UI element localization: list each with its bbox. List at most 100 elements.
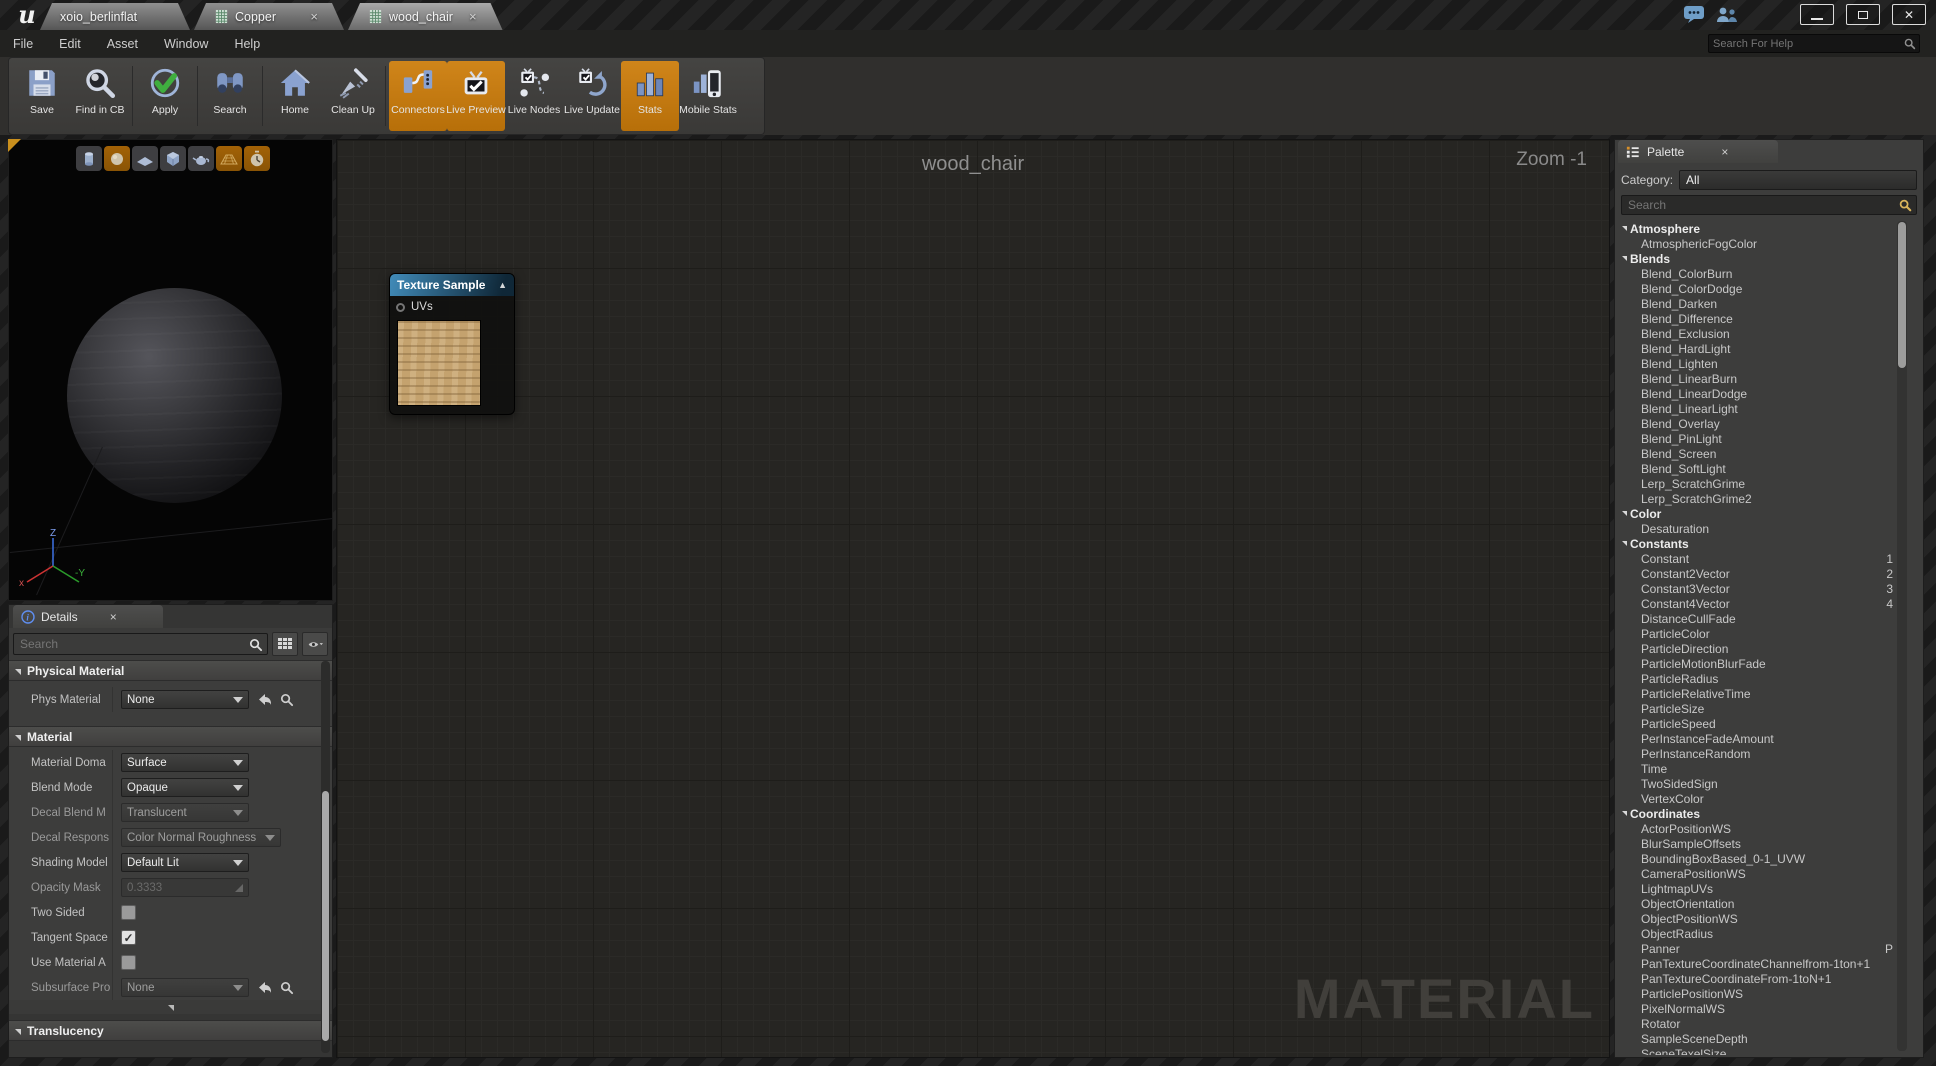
menu-item-file[interactable]: File xyxy=(0,37,46,51)
scrollbar-thumb[interactable] xyxy=(1898,222,1906,368)
toolbar-button-live-nodes[interactable]: Live Nodes xyxy=(505,61,563,131)
scrollbar-thumb[interactable] xyxy=(322,791,329,1041)
pin-hollow[interactable] xyxy=(396,303,405,312)
details-search-input[interactable] xyxy=(14,637,248,651)
palette-item-constant[interactable]: Constant1 xyxy=(1617,551,1897,566)
palette-item-particledirection[interactable]: ParticleDirection xyxy=(1617,641,1897,656)
palette-item-constant2vector[interactable]: Constant2Vector2 xyxy=(1617,566,1897,581)
editor-tab-wood-chair[interactable]: wood_chair× xyxy=(348,3,503,30)
section-physical-material[interactable]: Physical Material xyxy=(9,660,332,681)
help-search-box[interactable] xyxy=(1708,34,1920,53)
section-translucency[interactable]: Translucency xyxy=(9,1020,332,1041)
palette-item-pantexturecoordinatechannelfrom-1ton-1[interactable]: PanTextureCoordinateChannelfrom-1ton+1 xyxy=(1617,956,1897,971)
toolbar-button-live-preview[interactable]: Live Preview xyxy=(447,61,505,131)
node-texture-sample[interactable]: Texture Sample▲UVs xyxy=(389,273,515,415)
material-graph-canvas[interactable]: wood_chair Zoom -1 MATERIAL Texture Samp… xyxy=(336,139,1610,1058)
palette-item-boundingboxbased-0-1-uvw[interactable]: BoundingBoxBased_0-1_UVW xyxy=(1617,851,1897,866)
palette-item-desaturation[interactable]: Desaturation xyxy=(1617,521,1897,536)
toolbar-button-connectors[interactable]: Connectors xyxy=(389,61,447,131)
palette-item-scenetexelsize[interactable]: SceneTexelSize xyxy=(1617,1046,1897,1055)
palette-item-blend-hardlight[interactable]: Blend_HardLight xyxy=(1617,341,1897,356)
preview-shape-realtime-button[interactable] xyxy=(244,146,270,171)
preview-shape-cube-button[interactable] xyxy=(160,146,186,171)
palette-item-blend-colorburn[interactable]: Blend_ColorBurn xyxy=(1617,266,1897,281)
palette-item-particlespeed[interactable]: ParticleSpeed xyxy=(1617,716,1897,731)
menu-item-asset[interactable]: Asset xyxy=(94,37,151,51)
palette-item-objectpositionws[interactable]: ObjectPositionWS xyxy=(1617,911,1897,926)
detail-checkbox-use-material-a[interactable] xyxy=(121,955,136,970)
toolbar-button-apply[interactable]: Apply xyxy=(136,61,194,131)
menu-item-window[interactable]: Window xyxy=(151,37,221,51)
palette-item-distancecullfade[interactable]: DistanceCullFade xyxy=(1617,611,1897,626)
palette-item-vertexcolor[interactable]: VertexColor xyxy=(1617,791,1897,806)
section-material[interactable]: Material xyxy=(9,726,332,747)
palette-category-blends[interactable]: Blends xyxy=(1617,251,1897,266)
palette-item-perinstancefadeamount[interactable]: PerInstanceFadeAmount xyxy=(1617,731,1897,746)
palette-item-particlemotionblurfade[interactable]: ParticleMotionBlurFade xyxy=(1617,656,1897,671)
palette-item-blend-darken[interactable]: Blend_Darken xyxy=(1617,296,1897,311)
palette-item-blend-overlay[interactable]: Blend_Overlay xyxy=(1617,416,1897,431)
browse-asset-icon[interactable] xyxy=(279,980,294,995)
palette-search-box[interactable] xyxy=(1621,195,1917,215)
browse-asset-icon[interactable] xyxy=(279,692,294,707)
close-icon[interactable]: × xyxy=(110,610,117,624)
minimize-button[interactable] xyxy=(1800,4,1834,25)
palette-item-particlecolor[interactable]: ParticleColor xyxy=(1617,626,1897,641)
palette-item-blend-lighten[interactable]: Blend_Lighten xyxy=(1617,356,1897,371)
use-selected-asset-icon[interactable] xyxy=(257,981,273,994)
palette-item-particlesize[interactable]: ParticleSize xyxy=(1617,701,1897,716)
details-expander[interactable] xyxy=(9,1000,332,1014)
palette-item-particlepositionws[interactable]: ParticlePositionWS xyxy=(1617,986,1897,1001)
preview-viewport[interactable]: Z x -Y xyxy=(8,139,333,601)
close-icon[interactable]: × xyxy=(310,9,318,24)
palette-item-blend-exclusion[interactable]: Blend_Exclusion xyxy=(1617,326,1897,341)
detail-dropdown-blend-mode[interactable]: Opaque xyxy=(121,778,249,797)
toolbar-button-clean-up[interactable]: Clean Up xyxy=(324,61,382,131)
palette-item-particlerelativetime[interactable]: ParticleRelativeTime xyxy=(1617,686,1897,701)
palette-item-pantexturecoordinatefrom-1ton-1[interactable]: PanTextureCoordinateFrom-1toN+1 xyxy=(1617,971,1897,986)
toolbar-button-stats[interactable]: Stats xyxy=(621,61,679,131)
toolbar-button-find-in-cb[interactable]: Find in CB xyxy=(71,61,129,131)
detail-dropdown-material-doma[interactable]: Surface xyxy=(121,753,249,772)
editor-tab-xoio-berlinflat[interactable]: xoio_berlinflat xyxy=(40,3,190,30)
palette-item-blursampleoffsets[interactable]: BlurSampleOffsets xyxy=(1617,836,1897,851)
help-search-input[interactable] xyxy=(1709,38,1903,50)
tab-details[interactable]: i Details × xyxy=(13,605,163,628)
palette-item-pixelnormalws[interactable]: PixelNormalWS xyxy=(1617,1001,1897,1016)
palette-item-lerp-scratchgrime2[interactable]: Lerp_ScratchGrime2 xyxy=(1617,491,1897,506)
palette-scrollbar[interactable] xyxy=(1897,221,1907,1051)
palette-item-perinstancerandom[interactable]: PerInstanceRandom xyxy=(1617,746,1897,761)
palette-category-atmosphere[interactable]: Atmosphere xyxy=(1617,221,1897,236)
palette-item-lerp-scratchgrime[interactable]: Lerp_ScratchGrime xyxy=(1617,476,1897,491)
detail-checkbox-tangent-space[interactable]: ✓ xyxy=(121,930,136,945)
toolbar-button-search[interactable]: Search xyxy=(201,61,259,131)
detail-checkbox-two-sided[interactable] xyxy=(121,905,136,920)
restore-button[interactable] xyxy=(1846,4,1880,25)
detail-dropdown-decal-respons[interactable]: Color Normal Roughness xyxy=(121,828,281,847)
toolbar-button-save[interactable]: Save xyxy=(13,61,71,131)
palette-item-blend-pinlight[interactable]: Blend_PinLight xyxy=(1617,431,1897,446)
view-options-button[interactable] xyxy=(302,632,328,656)
palette-item-camerapositionws[interactable]: CameraPositionWS xyxy=(1617,866,1897,881)
chat-icon[interactable] xyxy=(1682,4,1708,24)
input-pin-uvs[interactable]: UVs xyxy=(396,301,433,313)
menu-item-edit[interactable]: Edit xyxy=(46,37,94,51)
palette-item-twosidedsign[interactable]: TwoSidedSign xyxy=(1617,776,1897,791)
use-selected-asset-icon[interactable] xyxy=(257,693,273,706)
collapse-up-icon[interactable]: ▲ xyxy=(498,280,507,290)
editor-tab-copper[interactable]: Copper× xyxy=(194,3,344,30)
people-icon[interactable] xyxy=(1714,4,1740,24)
palette-item-samplescenedepth[interactable]: SampleSceneDepth xyxy=(1617,1031,1897,1046)
preview-shape-sphere-button[interactable] xyxy=(104,146,130,171)
palette-item-atmosphericfogcolor[interactable]: AtmosphericFogColor xyxy=(1617,236,1897,251)
palette-item-lightmapuvs[interactable]: LightmapUVs xyxy=(1617,881,1897,896)
category-dropdown[interactable]: All xyxy=(1679,170,1917,190)
details-scrollbar[interactable] xyxy=(321,661,330,1053)
palette-item-objectradius[interactable]: ObjectRadius xyxy=(1617,926,1897,941)
detail-number-opacity-mask[interactable]: 0.3333 xyxy=(121,878,249,897)
palette-item-rotator[interactable]: Rotator xyxy=(1617,1016,1897,1031)
detail-dropdown-decal-blend-m[interactable]: Translucent xyxy=(121,803,249,822)
close-icon[interactable]: × xyxy=(1721,145,1728,159)
tab-palette[interactable]: Palette × xyxy=(1618,140,1778,163)
palette-item-panner[interactable]: PannerP xyxy=(1617,941,1897,956)
